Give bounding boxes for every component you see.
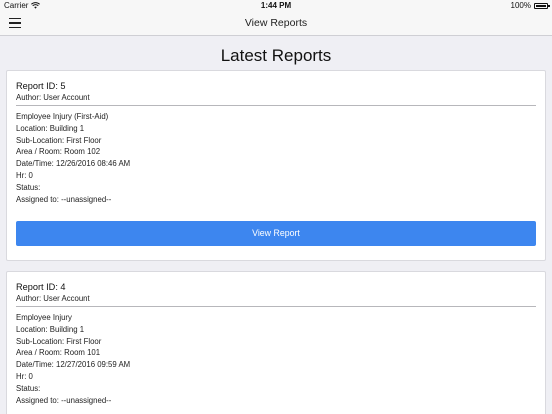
report-author: Author: User Account (16, 93, 90, 102)
nav-title: View Reports (244, 17, 308, 29)
status-bar: Carrier 1:44 PM 100% (0, 0, 552, 12)
report-id: Report ID: 4 (16, 282, 66, 292)
report-location: Location: Building 1 (16, 324, 85, 334)
card-divider (16, 306, 536, 307)
report-datetime: Date/Time: 12/27/2016 09:59 AM (16, 360, 131, 370)
report-sub-location: Sub-Location: First Floor (16, 336, 102, 346)
report-type: Employee Injury (First-Aid) (16, 112, 109, 121)
card-divider (16, 105, 536, 106)
report-card: Report ID: 5 Author: User Account Employ… (6, 70, 546, 261)
navigation-bar: View Reports (0, 12, 552, 36)
battery-indicator: 100% (510, 1, 550, 10)
report-area-room: Area / Room: Room 102 (16, 147, 101, 157)
report-sub-location: Sub-Location: First Floor (16, 135, 102, 145)
report-assigned: Assigned to: --unassigned-- (16, 395, 112, 405)
battery-fill (536, 4, 546, 7)
report-hr: Hr: 0 (16, 371, 33, 381)
report-details: Employee Injury (First-Aid) Location: Bu… (16, 111, 130, 205)
clock: 1:44 PM (260, 1, 292, 10)
report-location: Location: Building 1 (16, 123, 85, 133)
report-author: Author: User Account (16, 294, 90, 303)
reports-list[interactable]: Latest Reports Report ID: 5 Author: User… (0, 36, 552, 414)
report-hr: Hr: 0 (16, 170, 33, 180)
report-area-room: Area / Room: Room 101 (16, 348, 101, 358)
report-card: Report ID: 4 Author: User Account Employ… (6, 271, 546, 414)
report-status: Status: (16, 383, 41, 393)
battery-icon (534, 2, 550, 9)
report-details: Employee Injury Location: Building 1 Sub… (16, 312, 130, 406)
report-id: Report ID: 5 (16, 81, 66, 91)
page-title: Latest Reports (220, 46, 332, 65)
report-assigned: Assigned to: --unassigned-- (16, 194, 112, 204)
view-report-button[interactable]: View Report (16, 221, 536, 246)
battery-percent: 100% (510, 1, 531, 10)
report-status: Status: (16, 182, 41, 192)
report-type: Employee Injury (16, 313, 72, 322)
report-datetime: Date/Time: 12/26/2016 08:46 AM (16, 159, 131, 169)
